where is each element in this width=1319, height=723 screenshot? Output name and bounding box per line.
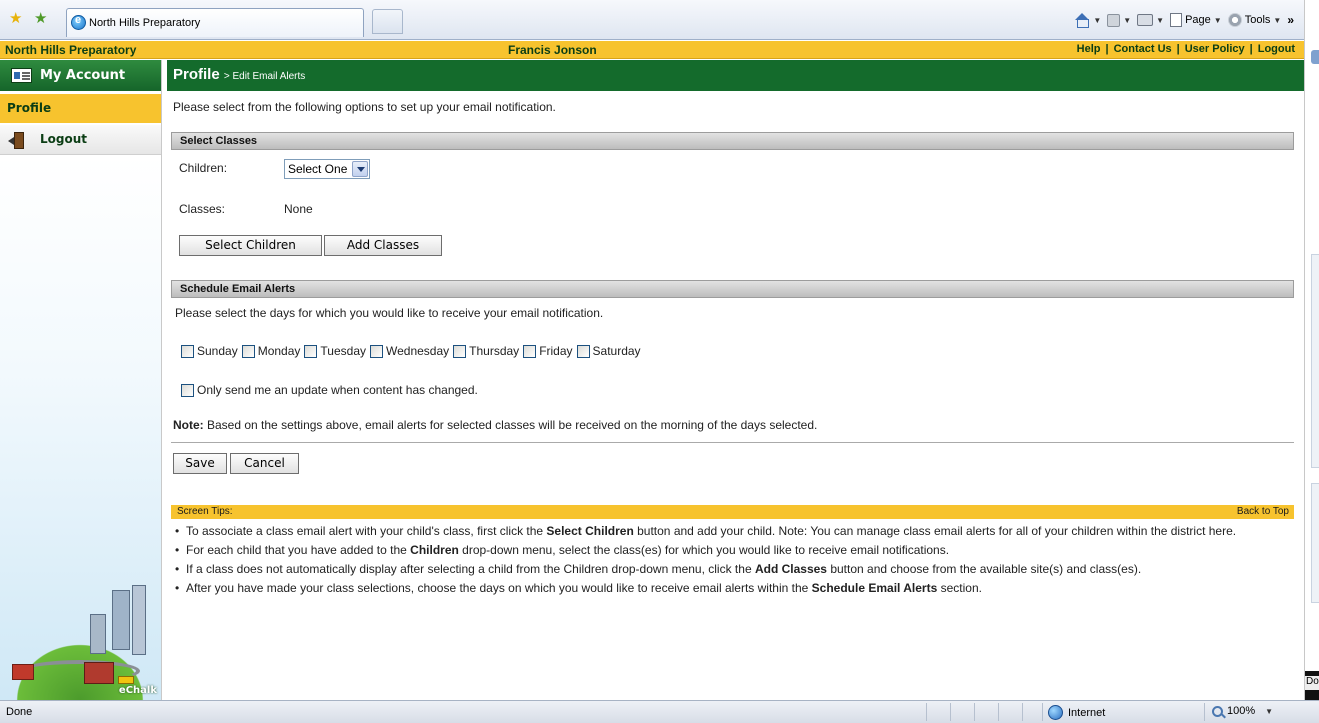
header-links: Help | Contact Us | User Policy | Logout <box>1076 43 1295 55</box>
zoom-control[interactable]: 100% ▼ <box>1212 705 1273 717</box>
globe-icon <box>1048 705 1063 720</box>
id-card-icon <box>11 68 32 83</box>
checkbox[interactable] <box>304 344 318 358</box>
new-tab-button[interactable] <box>372 9 403 34</box>
back-to-top-link[interactable]: Back to Top <box>1237 506 1289 517</box>
page-title: Profile > Edit Email Alerts <box>173 66 306 83</box>
browser-toolbar: ★ ★ e North Hills Preparatory ▼ ▼ ▼ Page… <box>0 0 1304 40</box>
gear-icon <box>1227 13 1242 27</box>
security-zone[interactable]: Internet <box>1048 705 1105 720</box>
add-classes-button[interactable]: Add Classes <box>324 235 442 256</box>
ie-page-icon: e <box>71 14 86 30</box>
tab-title: North Hills Preparatory <box>89 17 201 29</box>
screen-tips-list: To associate a class email alert with yo… <box>173 522 1288 598</box>
cancel-button[interactable]: Cancel <box>230 453 299 474</box>
echalk-town-illustration: eChalk <box>0 570 161 700</box>
select-children-button[interactable]: Select Children <box>179 235 322 256</box>
echalk-logo: eChalk <box>118 685 157 696</box>
contact-us-link[interactable]: Contact Us <box>1114 43 1172 55</box>
list-item: To associate a class email alert with yo… <box>173 522 1288 541</box>
checkbox[interactable] <box>241 344 255 358</box>
user-name: Francis Jonson <box>508 43 597 57</box>
sidebar-item-label: My Account <box>40 68 126 83</box>
site-header: North Hills Preparatory Francis Jonson H… <box>0 41 1304 59</box>
favorites-star-icon[interactable]: ★ <box>9 11 22 27</box>
list-item: After you have made your class selection… <box>173 579 1288 598</box>
tools-menu-button[interactable]: Tools ▼ <box>1227 13 1281 27</box>
status-text: Done <box>6 706 33 718</box>
day-tuesday[interactable]: Tuesday <box>304 344 366 358</box>
checkbox[interactable] <box>370 344 383 358</box>
adjacent-window-text: Dor <box>1305 676 1319 690</box>
print-button[interactable]: ▼ <box>1137 14 1164 26</box>
sidebar-item-logout[interactable]: Logout <box>0 125 161 155</box>
checkbox[interactable] <box>453 344 467 358</box>
help-link[interactable]: Help <box>1077 43 1101 55</box>
breadcrumb: > Edit Email Alerts <box>223 71 306 82</box>
command-bar: ▼ ▼ ▼ Page ▼ Tools ▼ » <box>1074 10 1294 30</box>
save-button[interactable]: Save <box>173 453 227 474</box>
sidebar-item-label: Logout <box>40 132 88 146</box>
day-monday[interactable]: Monday <box>241 344 300 358</box>
adjacent-window-edge: Dor <box>1304 0 1319 723</box>
printer-icon <box>1137 14 1154 26</box>
day-thursday[interactable]: Thursday <box>453 344 519 358</box>
checkbox[interactable] <box>523 344 537 358</box>
list-item: For each child that you have added to th… <box>173 541 1288 560</box>
sidebar-item-my-account[interactable]: My Account <box>0 60 161 91</box>
sidebar-item-profile[interactable]: Profile <box>0 94 161 123</box>
children-label: Children: <box>179 161 228 175</box>
day-checkboxes: Sunday Monday Tuesday Wednesday Thursday… <box>181 344 645 358</box>
only-update-checkbox[interactable] <box>181 383 194 397</box>
day-sunday[interactable]: Sunday <box>181 344 238 358</box>
more-chevron-icon[interactable]: » <box>1287 13 1294 27</box>
divider <box>171 442 1294 443</box>
add-favorites-icon[interactable]: ★ <box>34 11 47 27</box>
browser-status-bar: Done Internet 100% ▼ <box>0 700 1319 723</box>
home-button[interactable]: ▼ <box>1074 13 1101 28</box>
children-select[interactable]: Select One <box>284 159 370 179</box>
list-item: If a class does not automatically displa… <box>173 560 1288 579</box>
sidebar-item-label: Profile <box>7 101 52 115</box>
classes-label: Classes: <box>179 202 226 216</box>
logout-link[interactable]: Logout <box>1258 43 1295 55</box>
page-title-bar: Profile > Edit Email Alerts <box>167 60 1304 91</box>
feeds-button[interactable]: ▼ <box>1107 13 1131 27</box>
day-saturday[interactable]: Saturday <box>576 344 641 358</box>
checkbox[interactable] <box>181 344 194 358</box>
screen-tips-bar: Screen Tips: Back to Top <box>171 505 1294 519</box>
chevron-down-icon[interactable] <box>352 161 368 177</box>
section-select-classes: Select Classes <box>171 132 1294 150</box>
checkbox[interactable] <box>576 344 590 358</box>
only-update-option[interactable]: Only send me an update when content has … <box>181 383 478 397</box>
school-name: North Hills Preparatory <box>5 43 137 57</box>
schedule-instructions: Please select the days for which you wou… <box>175 306 604 320</box>
classes-value: None <box>284 202 313 216</box>
intro-text: Please select from the following options… <box>173 100 556 114</box>
sidebar: My Account Profile Logout eChalk <box>0 60 162 700</box>
page-icon <box>1170 13 1183 27</box>
browser-tab-active[interactable]: e North Hills Preparatory <box>66 8 364 37</box>
user-policy-link[interactable]: User Policy <box>1185 43 1245 55</box>
main-content: Profile > Edit Email Alerts Please selec… <box>163 60 1304 700</box>
feed-icon <box>1107 13 1121 27</box>
logout-door-icon <box>8 132 24 149</box>
day-friday[interactable]: Friday <box>523 344 573 358</box>
home-icon <box>1074 13 1090 28</box>
zoom-icon <box>1212 705 1223 717</box>
screen-tips-title: Screen Tips: <box>177 506 233 517</box>
note-text: Note: Based on the settings above, email… <box>173 418 818 432</box>
page-menu-button[interactable]: Page ▼ <box>1170 13 1222 27</box>
day-wednesday[interactable]: Wednesday <box>370 344 449 358</box>
section-schedule-email-alerts: Schedule Email Alerts <box>171 280 1294 298</box>
